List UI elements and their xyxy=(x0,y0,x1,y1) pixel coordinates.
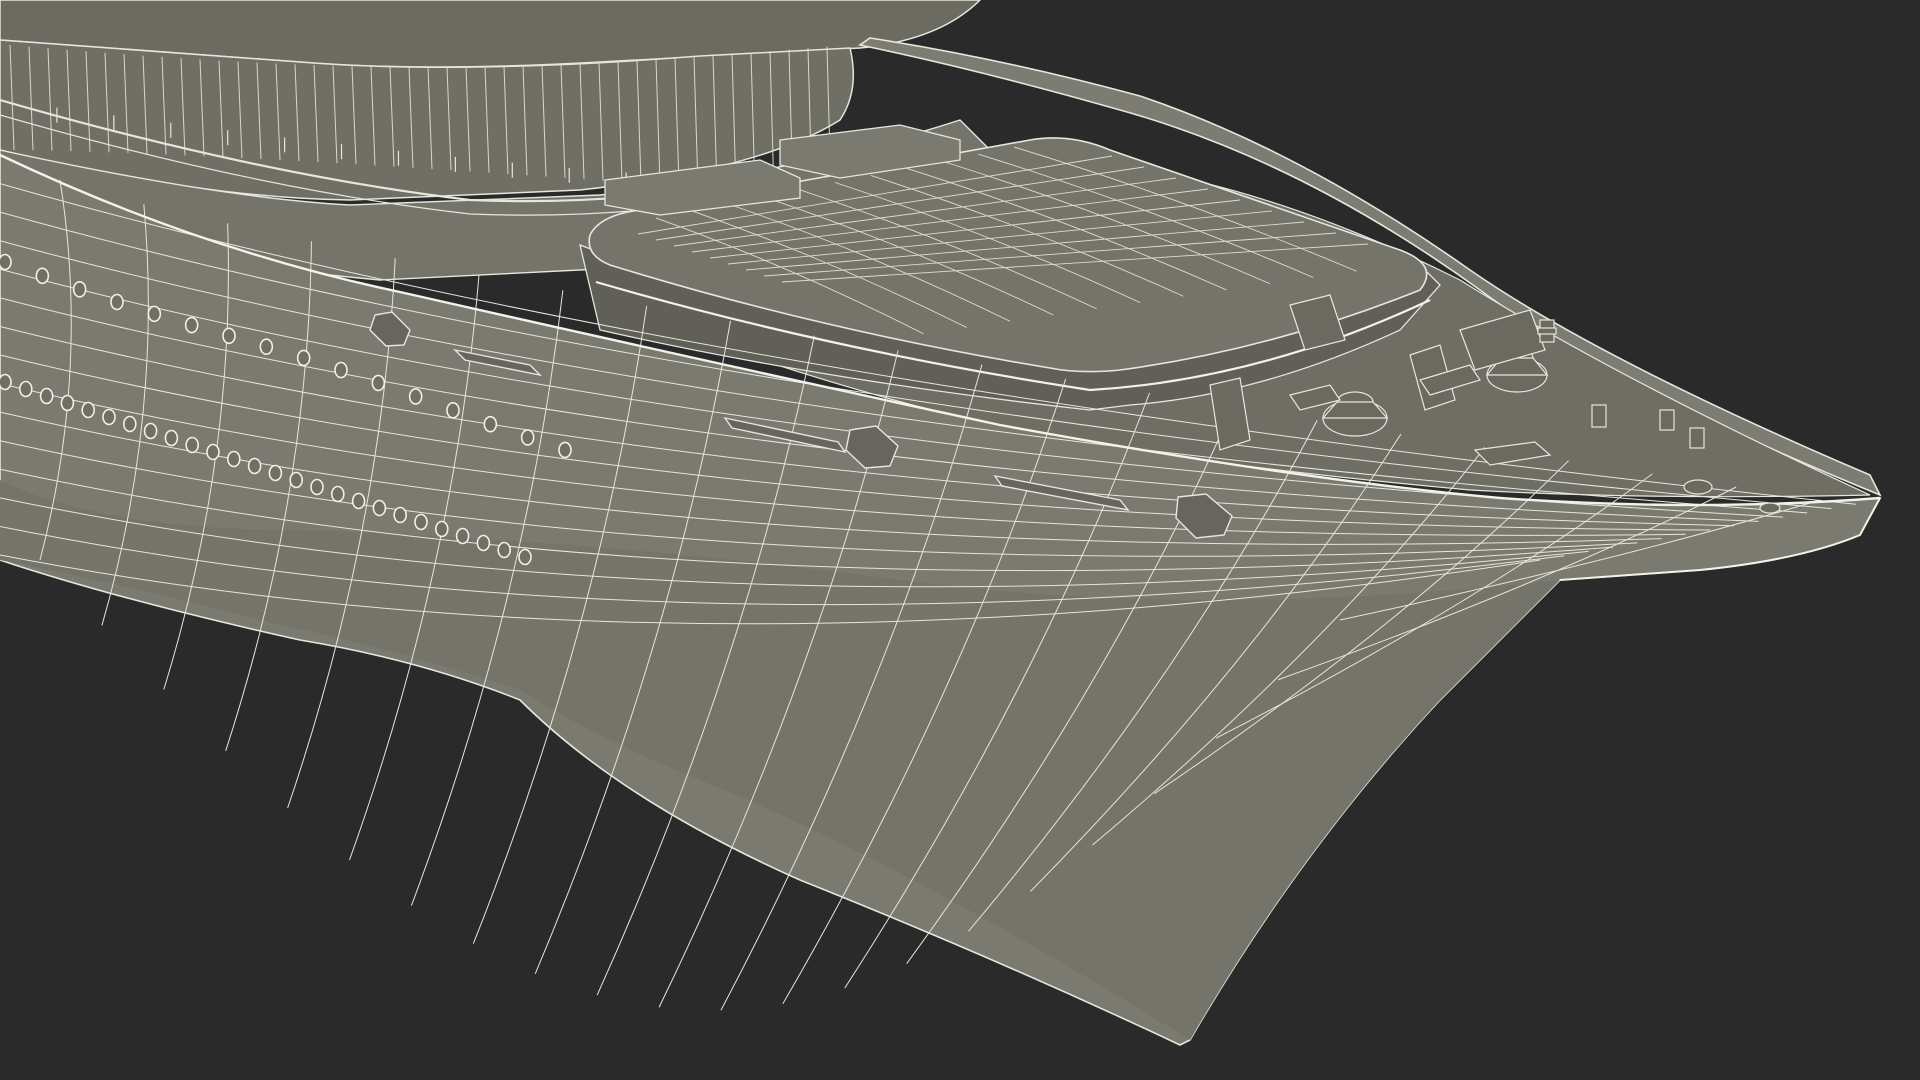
porthole xyxy=(18,380,33,398)
porthole xyxy=(206,443,220,461)
porthole xyxy=(520,429,535,446)
porthole xyxy=(35,267,50,285)
porthole xyxy=(296,349,311,367)
porthole xyxy=(497,541,512,559)
porthole xyxy=(334,361,348,379)
porthole xyxy=(330,485,345,503)
porthole xyxy=(289,471,304,489)
porthole xyxy=(222,327,236,345)
porthole xyxy=(372,499,387,517)
porthole xyxy=(446,402,460,419)
bollard-3 xyxy=(1659,409,1675,431)
porthole xyxy=(0,253,12,271)
porthole xyxy=(408,388,423,405)
porthole xyxy=(483,415,498,433)
porthole xyxy=(81,401,95,419)
porthole xyxy=(393,506,408,524)
porthole xyxy=(455,527,470,545)
porthole xyxy=(414,513,428,531)
porthole xyxy=(227,450,241,468)
bollard-2 xyxy=(1591,404,1607,428)
ship-bow-wireframe-scene xyxy=(0,0,1920,1080)
porthole xyxy=(110,293,124,311)
porthole xyxy=(310,478,324,496)
render-viewport xyxy=(0,0,1920,1080)
porthole xyxy=(185,436,199,454)
fairlead-stem xyxy=(1759,502,1781,514)
porthole xyxy=(143,422,158,440)
porthole xyxy=(184,316,199,334)
porthole xyxy=(102,408,116,426)
porthole xyxy=(371,374,386,392)
bollard-5 xyxy=(1537,327,1557,335)
porthole xyxy=(259,338,274,355)
porthole xyxy=(247,457,262,475)
porthole xyxy=(72,280,87,298)
fairlead-bow xyxy=(1683,479,1713,495)
porthole xyxy=(476,534,491,552)
porthole xyxy=(147,305,162,323)
porthole xyxy=(123,415,137,433)
porthole xyxy=(60,394,75,412)
porthole xyxy=(164,429,179,447)
porthole xyxy=(518,548,532,566)
porthole xyxy=(39,387,54,405)
bollard-4 xyxy=(1689,427,1705,449)
porthole xyxy=(0,373,12,391)
porthole xyxy=(434,520,449,538)
porthole xyxy=(558,441,572,459)
porthole xyxy=(351,492,366,510)
porthole xyxy=(268,464,283,482)
